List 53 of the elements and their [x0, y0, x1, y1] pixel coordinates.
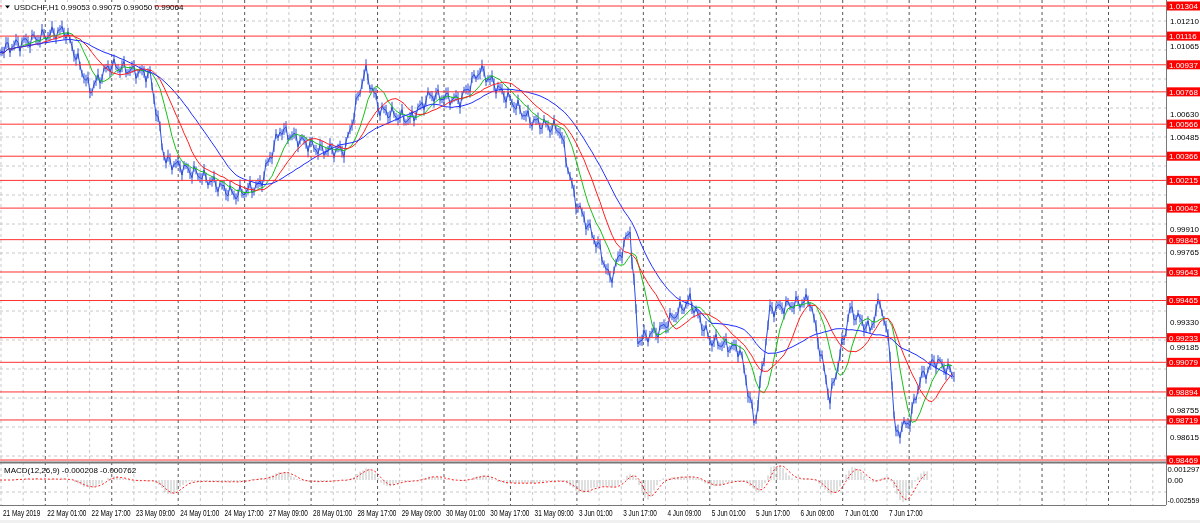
macd-tick-label: 0.001297: [1167, 464, 1200, 475]
price-tick-label: 0.99910: [1170, 225, 1199, 235]
time-axis-label: 5 Jun 17:00: [756, 508, 790, 519]
price-level-tag: 0.99465: [1167, 296, 1200, 306]
time-axis-label: 5 Jun 01:00: [711, 508, 746, 519]
time-axis-label: 28 May 17:00: [357, 508, 397, 519]
price-tick-label: 0.99330: [1170, 318, 1199, 328]
time-axis-label: 23 May 09:00: [135, 508, 175, 519]
price-level-tag: 1.01116: [1167, 31, 1200, 42]
time-axis-label: 3 Jun 17:00: [623, 508, 657, 519]
time-axis-label: 7 Jun 01:00: [844, 508, 879, 519]
price-tick-label: 1.01065: [1170, 41, 1199, 51]
macd-tick-label: -0.002559: [1167, 495, 1200, 506]
price-level-tag: 0.99845: [1167, 235, 1200, 245]
indicator-label: MACD(12,26,9) -0.000208 -0.000762: [4, 466, 137, 475]
price-level-tag: 1.00042: [1167, 203, 1200, 214]
price-level-tag: 1.00937: [1167, 60, 1200, 70]
price-tick-label: 1.00630: [1170, 109, 1199, 119]
time-axis-label: 31 May 09:00: [534, 508, 574, 519]
time-axis-label: 6 Jun 09:00: [800, 508, 835, 519]
price-level-tag: 0.99079: [1167, 357, 1200, 368]
time-axis-label: 24 May 17:00: [224, 508, 264, 519]
time-axis-label: 30 May 17:00: [490, 508, 530, 519]
price-level-tag: 1.00215: [1167, 175, 1200, 186]
chart-title: USDCHF,H1 0.99053 0.99075 0.99050 0.99064: [14, 3, 184, 12]
time-axis-label: 27 May 09:00: [268, 508, 308, 519]
price-level-tag: 1.00366: [1167, 151, 1200, 162]
price-level-tag: 1.00768: [1167, 87, 1200, 97]
time-axis-label: 30 May 01:00: [446, 508, 486, 519]
time-axis-label: 7 Jun 17:00: [889, 508, 923, 519]
macd-tick-label: 0.00: [1167, 476, 1184, 485]
dropdown-arrow-icon[interactable]: [5, 5, 10, 9]
time-axis-label: 24 May 01:00: [180, 508, 220, 519]
time-axis-label: 21 May 2019: [3, 508, 41, 519]
price-tick-label: 1.00485: [1170, 133, 1199, 143]
price-level-tag: 1.01304: [1167, 1, 1200, 11]
price-tick-label: 0.98615: [1170, 432, 1199, 442]
price-tick-label: 0.99765: [1170, 248, 1199, 258]
price-level-tag: 0.98469: [1167, 455, 1200, 465]
time-axis-label: 3 Jun 01:00: [578, 508, 613, 519]
price-tick-label: 1.01210: [1170, 17, 1199, 27]
time-axis-label: 4 Jun 09:00: [667, 508, 702, 519]
price-tick-label: 0.98755: [1170, 406, 1199, 416]
time-axis-label: 22 May 01:00: [47, 508, 87, 519]
time-axis-label: 28 May 01:00: [313, 508, 353, 519]
price-level-tag: 0.98894: [1167, 387, 1200, 397]
time-axis-label: 29 May 09:00: [401, 508, 441, 519]
price-tick-label: 0.99185: [1170, 343, 1199, 353]
price-level-tag: 1.00566: [1167, 119, 1200, 130]
price-level-tag: 0.98719: [1167, 415, 1200, 425]
price-level-tag: 0.99233: [1167, 333, 1200, 343]
time-axis-label: 22 May 17:00: [91, 508, 131, 519]
price-level-tag: 0.99643: [1167, 267, 1200, 277]
